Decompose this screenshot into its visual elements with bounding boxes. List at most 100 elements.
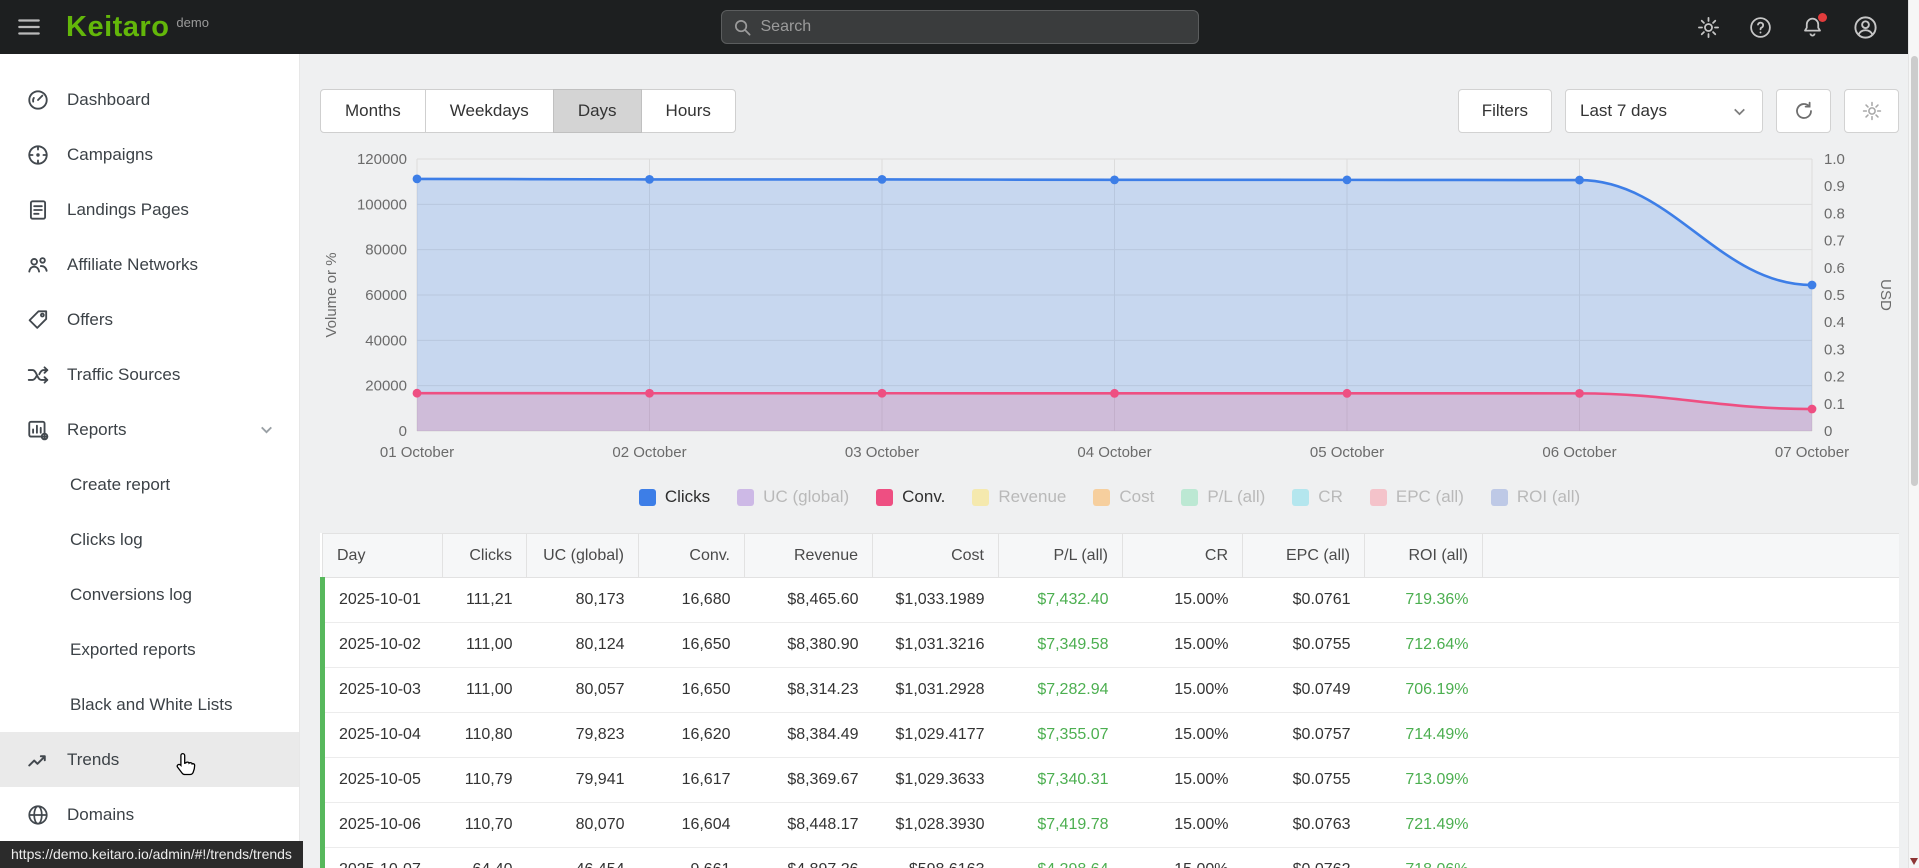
column-header-roi-all[interactable]: ROI (all) <box>1364 533 1483 578</box>
sidebar-item-exported-reports[interactable]: Exported reports <box>0 622 299 677</box>
sidebar-item-landings-pages[interactable]: Landings Pages <box>0 182 299 237</box>
account-icon[interactable] <box>1852 14 1879 41</box>
affiliate-networks-icon <box>26 253 50 277</box>
column-header-cost[interactable]: Cost <box>872 533 999 578</box>
cell-clicks: 111,00 <box>442 622 527 668</box>
sidebar-item-clicks-log[interactable]: Clicks log <box>0 512 299 567</box>
sidebar-item-label: Exported reports <box>70 639 196 659</box>
cell-filler <box>1482 622 1899 668</box>
sidebar-item-affiliate-networks[interactable]: Affiliate Networks <box>0 237 299 292</box>
table-row[interactable]: 2025-10-04 110,80 79,823 16,620 $8,384.49 $1,… <box>320 712 1899 758</box>
date-range-select[interactable]: Last 7 days <box>1565 89 1763 133</box>
svg-text:0.2: 0.2 <box>1824 369 1845 386</box>
legend-item-p-l-all[interactable]: P/L (all) <box>1181 487 1265 507</box>
sidebar-item-conversions-log[interactable]: Conversions log <box>0 567 299 622</box>
campaigns-icon <box>26 143 50 167</box>
table-row[interactable]: 2025-10-05 110,79 79,941 16,617 $8,369.67 $1,… <box>320 757 1899 803</box>
legend-label: UC (global) <box>763 487 850 506</box>
svg-text:02 October: 02 October <box>612 444 686 461</box>
table-row[interactable]: 2025-10-0764,4046,4549,661$4,897.26$598.… <box>320 847 1899 868</box>
table-row[interactable]: 2025-10-06 110,70 80,070 16,604 $8,448.17 $1,… <box>320 802 1899 848</box>
cell-cr: 15.00% <box>1122 847 1243 868</box>
column-header-conv[interactable]: Conv. <box>638 533 745 578</box>
sidebar-item-reports[interactable]: Reports <box>0 402 299 457</box>
cell-p-l-all: $7,432.40 <box>998 577 1123 623</box>
column-header-day[interactable]: Day <box>322 533 443 578</box>
column-header-clicks[interactable]: Clicks <box>442 533 527 578</box>
sidebar-item-label: Traffic Sources <box>67 364 181 384</box>
sidebar-item-dashboard[interactable]: Dashboard <box>0 72 299 127</box>
legend-item-epc-all[interactable]: EPC (all) <box>1369 487 1464 507</box>
tab-days[interactable]: Days <box>552 89 642 133</box>
sidebar-item-domains[interactable]: Domains <box>0 787 299 842</box>
search-input[interactable] <box>760 18 1187 36</box>
svg-text:0.4: 0.4 <box>1824 314 1845 331</box>
hamburger-menu-button[interactable] <box>0 0 58 54</box>
column-header-epc-all[interactable]: EPC (all) <box>1242 533 1365 578</box>
cell-clicks: 111,00 <box>442 667 527 713</box>
legend-item-conv[interactable]: Conv. <box>876 487 945 507</box>
tab-months[interactable]: Months <box>320 89 426 133</box>
trends-chart[interactable]: 0 20000 40000 60000 80000 100000 120000 01 Octo… <box>320 141 1899 475</box>
legend-item-roi-all[interactable]: ROI (all) <box>1490 487 1580 507</box>
logo-text: Keitaro <box>66 10 170 43</box>
column-header-revenue[interactable]: Revenue <box>744 533 873 578</box>
cell-revenue: $4,897.26 <box>744 847 873 868</box>
logo[interactable]: Keitaro demo <box>66 10 209 43</box>
legend-item-clicks[interactable]: Clicks <box>638 487 710 507</box>
sidebar-item-label: Domains <box>67 804 135 824</box>
search-box[interactable] <box>720 10 1199 44</box>
cell-day: 2025-10-02 <box>320 622 443 668</box>
sidebar-item-offers[interactable]: Offers <box>0 292 299 347</box>
cell-clicks: 111,21 <box>442 577 527 623</box>
tab-weekdays[interactable]: Weekdays <box>424 89 554 133</box>
table-row[interactable]: 2025-10-02 111,00 80,124 16,650 $8,380.90 $1,… <box>320 622 1899 668</box>
tab-hours[interactable]: Hours <box>640 89 736 133</box>
sidebar-item-create-report[interactable]: Create report <box>0 457 299 512</box>
chart-settings-button[interactable] <box>1844 89 1899 133</box>
legend-item-uc-global[interactable]: UC (global) <box>737 487 849 507</box>
cell-p-l-all: $4,298.64 <box>998 847 1123 868</box>
topbar-actions <box>1696 12 1919 41</box>
cell-cr: 15.00% <box>1122 577 1243 623</box>
filters-button[interactable]: Filters <box>1457 89 1552 133</box>
legend-item-revenue[interactable]: Revenue <box>972 487 1066 507</box>
toolbar-right: Filters Last 7 days <box>1457 89 1899 133</box>
legend-swatch <box>972 488 990 506</box>
svg-text:60000: 60000 <box>365 287 407 304</box>
cell-epc-all: $0.0757 <box>1242 712 1365 758</box>
scrollbar[interactable] <box>1908 0 1919 868</box>
scrollbar-thumb[interactable] <box>1911 56 1918 486</box>
table-row[interactable]: 2025-10-01 111,21 80,173 16,680 $8,465.60 $1,… <box>320 577 1899 623</box>
sidebar-item-black-and-white-lists[interactable]: Black and White Lists <box>0 677 299 732</box>
cell-conv: 16,650 <box>638 667 745 713</box>
sidebar-item-trends[interactable]: Trends <box>0 732 299 787</box>
legend-label: Cost <box>1119 487 1155 506</box>
cell-uc-global: 79,823 <box>526 712 639 758</box>
legend-label: Revenue <box>998 487 1067 506</box>
legend-item-cr[interactable]: CR <box>1292 487 1343 507</box>
svg-text:0.3: 0.3 <box>1824 341 1845 358</box>
domains-icon <box>26 803 50 827</box>
column-header-cr[interactable]: CR <box>1122 533 1243 578</box>
gear-icon[interactable] <box>1696 15 1721 40</box>
scrollbar-down-arrow[interactable] <box>1910 858 1918 865</box>
cell-cr: 15.00% <box>1122 667 1243 713</box>
table-row[interactable]: 2025-10-03 111,00 80,057 16,650 $8,314.23 $1,… <box>320 667 1899 713</box>
bell-icon[interactable] <box>1800 12 1827 40</box>
column-header-uc-global[interactable]: UC (global) <box>526 533 639 578</box>
landings-icon <box>26 198 50 222</box>
sidebar-item-traffic-sources[interactable]: Traffic Sources <box>0 347 299 402</box>
column-header-p-l-all[interactable]: P/L (all) <box>998 533 1123 578</box>
cell-uc-global: 46,454 <box>526 847 639 868</box>
cell-day: 2025-10-06 <box>320 802 443 848</box>
cell-cr: 15.00% <box>1122 712 1243 758</box>
cell-filler <box>1482 712 1899 758</box>
refresh-button[interactable] <box>1776 89 1831 133</box>
cell-conv: 16,620 <box>638 712 745 758</box>
legend-item-cost[interactable]: Cost <box>1093 487 1154 507</box>
cell-cr: 15.00% <box>1122 622 1243 668</box>
help-icon[interactable] <box>1748 15 1773 40</box>
sidebar-item-campaigns[interactable]: Campaigns <box>0 127 299 182</box>
legend-label: CR <box>1318 487 1343 506</box>
